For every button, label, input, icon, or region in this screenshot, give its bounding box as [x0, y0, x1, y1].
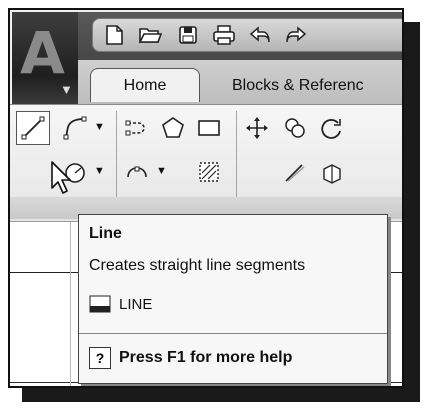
move-tool-button[interactable] [240, 111, 274, 145]
spline-icon [125, 120, 145, 136]
tab-blocks-references[interactable]: Blocks & Referenc [232, 70, 364, 102]
tab-home[interactable]: Home [90, 68, 200, 102]
title-bar [78, 12, 402, 60]
polygon-icon [162, 117, 184, 138]
chevron-down-icon: ▼ [60, 82, 73, 97]
panel-separator [236, 111, 237, 211]
undo-icon[interactable] [245, 22, 275, 48]
circle-dropdown-icon[interactable]: ▼ [94, 165, 105, 177]
tooltip-command-row: LINE [89, 295, 152, 313]
line-tool-button[interactable] [16, 111, 50, 145]
ribbon-tab-strip: Home Blocks & Referenc [78, 60, 402, 104]
stretch-icon [285, 164, 305, 182]
spline-tool-button[interactable] [120, 111, 154, 145]
rectangle-tool-button[interactable] [192, 111, 226, 145]
new-file-icon[interactable] [99, 22, 129, 48]
open-folder-icon[interactable] [135, 22, 165, 48]
line-tooltip: Line Creates straight line segments LINE… [78, 214, 388, 384]
grid-line [70, 222, 71, 386]
autocad-logo-icon: A [20, 19, 65, 87]
rectangle-icon [198, 120, 220, 136]
tooltip-divider [79, 333, 387, 334]
save-icon[interactable] [173, 22, 203, 48]
arc-tool-button[interactable] [120, 155, 154, 189]
arc-icon [127, 166, 147, 178]
quick-access-toolbar [92, 18, 402, 52]
polyline-tool-button[interactable] [58, 111, 92, 145]
polyline-icon [63, 116, 87, 140]
panel-separator [116, 111, 117, 211]
arc-dropdown-icon[interactable]: ▼ [156, 165, 167, 177]
polygon-tool-button[interactable] [156, 111, 190, 145]
command-line-icon [89, 295, 111, 313]
tooltip-help-text: Press F1 for more help [119, 349, 293, 366]
copy-tool-button[interactable] [278, 111, 312, 145]
rotate-icon [321, 119, 341, 139]
rotate-tool-button[interactable] [314, 111, 348, 145]
mouse-pointer-icon [50, 160, 76, 201]
print-icon[interactable] [209, 22, 239, 48]
application-menu-button[interactable]: A ▼ [12, 12, 78, 104]
hatch-tool-button[interactable] [192, 155, 226, 189]
tooltip-command-name: LINE [119, 295, 153, 313]
tooltip-title: Line [89, 225, 122, 242]
line-icon [21, 116, 45, 140]
mirror-tool-button[interactable] [314, 155, 348, 189]
redo-icon[interactable] [281, 22, 311, 48]
copy-icon [285, 118, 305, 138]
tooltip-help-row: ? Press F1 for more help [89, 347, 292, 369]
move-icon [246, 117, 268, 139]
polyline-dropdown-icon[interactable]: ▼ [94, 121, 105, 133]
tooltip-description: Creates straight line segments [89, 257, 306, 274]
stretch-tool-button[interactable] [278, 155, 312, 189]
help-icon: ? [89, 347, 111, 369]
autocad-window: A ▼ Home Blocks & Referenc ▼ ▼ ▼ Line Cr… [8, 8, 404, 388]
hatch-icon [199, 162, 219, 182]
mirror-icon [323, 164, 341, 184]
